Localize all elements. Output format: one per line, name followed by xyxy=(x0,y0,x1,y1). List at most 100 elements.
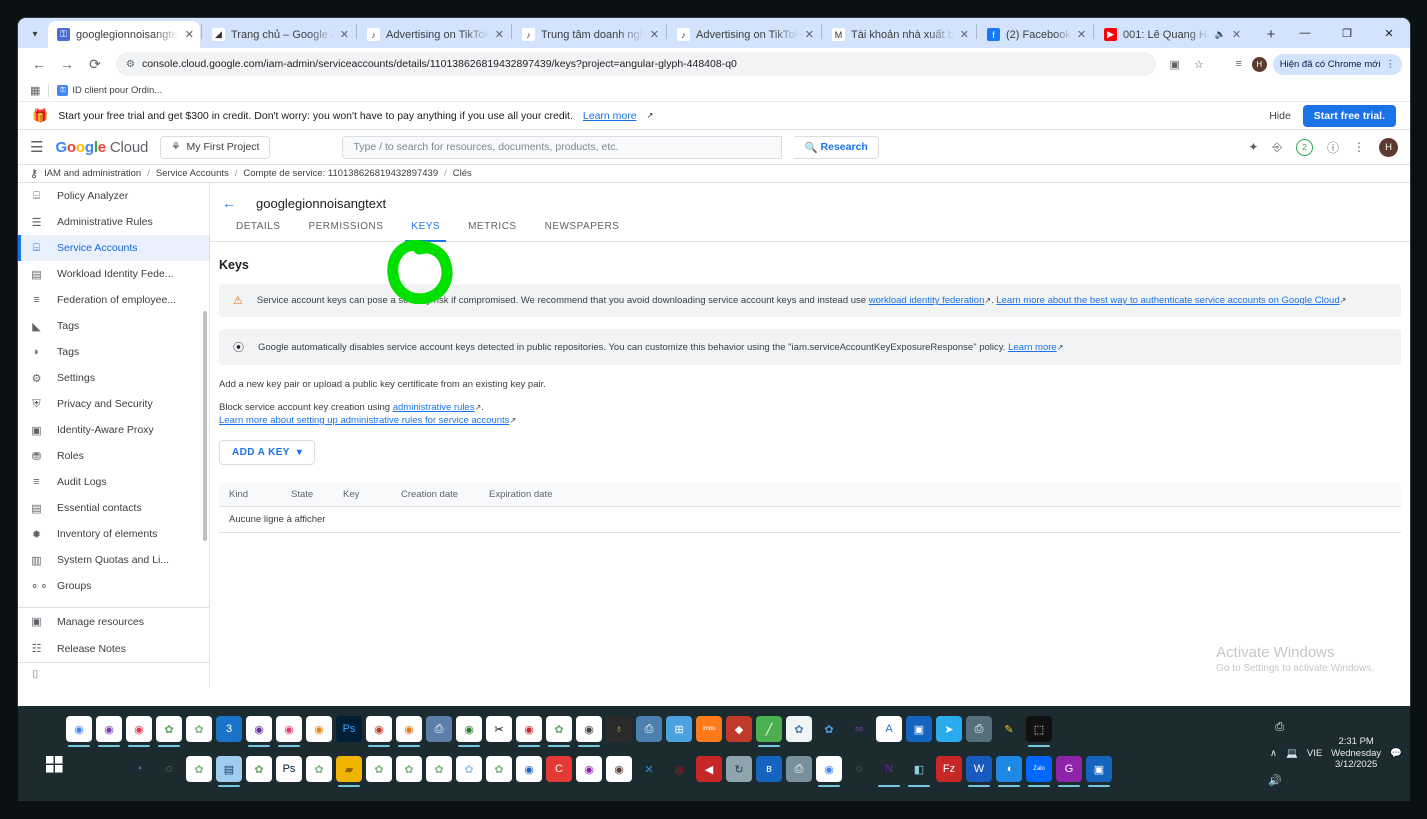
gpu-icon[interactable]: G xyxy=(1056,756,1082,787)
sublime-icon[interactable]: ◧ xyxy=(906,756,932,787)
chrome-profile-icon[interactable]: ◉ xyxy=(606,756,632,782)
zalo-green-icon[interactable]: ✿ xyxy=(156,716,182,747)
browser-tab[interactable]: M Tài khoản nhà xuất bản G ✕ xyxy=(823,21,975,48)
sidebar-item-federation-of-employee[interactable]: ≡ Federation of employee... xyxy=(18,287,209,313)
obs-icon[interactable]: ◌ xyxy=(846,756,872,782)
unity-red-icon[interactable]: ◆ xyxy=(726,716,752,742)
chrome-icon[interactable]: ◉ xyxy=(66,716,92,747)
sidebar-item-release-notes[interactable]: ☷ Release Notes xyxy=(18,635,209,662)
chrome-profile-icon[interactable]: ◉ xyxy=(126,716,152,747)
maximize-button[interactable]: ❐ xyxy=(1326,18,1368,48)
chrome-profile-icon[interactable]: ◉ xyxy=(246,716,272,747)
monitor-icon[interactable]: ⎙ xyxy=(636,716,662,742)
tab-close-icon[interactable]: ✕ xyxy=(960,28,969,41)
contact-card-icon[interactable]: ▤ xyxy=(216,756,242,787)
sidebar-item-groups[interactable]: ⚬⚬ Groups xyxy=(18,573,209,599)
authenticate-service-accounts-link[interactable]: Learn more about the best way to authent… xyxy=(996,295,1339,306)
folder-icon[interactable]: ▰ xyxy=(336,756,362,787)
clock[interactable]: 2:31 PM Wednesday 3/12/2025 xyxy=(1331,736,1381,772)
administrative-rules-link[interactable]: administrative rules xyxy=(393,402,475,413)
vscode-icon[interactable]: ✕ xyxy=(636,756,662,782)
chrome-profile-icon[interactable]: ◉ xyxy=(576,756,602,782)
sidebar-item-workload-identity-fede[interactable]: ▤ Workload Identity Fede... xyxy=(18,261,209,287)
mic-icon[interactable]: ♁ xyxy=(606,716,632,742)
chrome-profile-icon[interactable]: ◉ xyxy=(306,716,332,742)
address-bar[interactable]: ⚙ console.cloud.google.com/iam-admin/ser… xyxy=(116,52,1156,76)
sidebar-scrollbar[interactable] xyxy=(203,311,207,541)
browser-tab[interactable]: ⚿ googlegionnoisangtext – ✕ xyxy=(48,21,200,48)
help-icon[interactable]: ⓘ xyxy=(1327,139,1339,156)
zalo-green-icon[interactable]: ✿ xyxy=(456,756,482,782)
cloud-shell-icon[interactable]: ⎆ xyxy=(1272,140,1282,155)
window-blue-icon[interactable]: ▣ xyxy=(1086,756,1112,787)
sidebar-item-policy-analyzer[interactable]: ⌸ Policy Analyzer xyxy=(18,183,209,209)
cnet-red-icon[interactable]: ◀ xyxy=(696,756,722,782)
imou-icon[interactable]: imou xyxy=(696,716,722,742)
kebab-menu-icon[interactable]: ⋮ xyxy=(1386,59,1396,70)
tab-details[interactable]: DETAILS xyxy=(222,221,294,241)
chrome-profile-icon[interactable]: ◉ xyxy=(516,756,542,782)
chrome-profile-icon[interactable]: ◉ xyxy=(276,716,302,747)
breadcrumb-item[interactable]: Clés xyxy=(453,168,472,179)
kebab-menu-icon[interactable]: ⋮ xyxy=(1353,140,1365,154)
column-header[interactable]: State xyxy=(281,489,333,500)
back-button[interactable]: ← xyxy=(26,51,52,77)
cooler-icon[interactable]: ◖ xyxy=(996,756,1022,787)
reading-list-icon[interactable]: ≡ xyxy=(1228,53,1250,75)
chrome-profile-icon[interactable]: ◉ xyxy=(576,716,602,747)
zalo-green-icon[interactable]: ✿ xyxy=(186,756,212,782)
bookmark-star-icon[interactable]: ☆ xyxy=(1188,53,1210,75)
paint-brush-icon[interactable]: ✎ xyxy=(996,716,1022,742)
info-learn-more-link[interactable]: Learn more xyxy=(1008,342,1057,353)
translate-icon[interactable]: ▣ xyxy=(1164,53,1186,75)
project-selector-button[interactable]: ⚘ My First Project xyxy=(160,135,271,159)
3ds-blue-icon[interactable]: 3 xyxy=(216,716,242,742)
browser-tab[interactable]: f (2) Facebook ✕ xyxy=(978,21,1092,48)
tray-chevron-icon[interactable]: ∧ xyxy=(1270,748,1277,759)
tab-newspapers[interactable]: NEWSPAPERS xyxy=(531,221,634,241)
promo-learn-more-link[interactable]: Learn more xyxy=(583,110,637,122)
sidebar-item-identity-aware-proxy[interactable]: ▣ Identity-Aware Proxy xyxy=(18,417,209,443)
telegram-icon[interactable]: ➤ xyxy=(936,716,962,742)
network-icon[interactable]: 💻 xyxy=(1286,748,1298,759)
avatar[interactable]: H xyxy=(1251,56,1267,72)
calculator-icon[interactable]: ⊞ xyxy=(666,716,692,742)
zalo-green-icon[interactable]: ✿ xyxy=(546,716,572,747)
forward-button[interactable]: → xyxy=(54,51,80,77)
tab-keys[interactable]: KEYS xyxy=(397,221,454,242)
tab-search-icon[interactable]: ▾ xyxy=(22,20,48,48)
appstore-icon[interactable]: A xyxy=(876,716,902,742)
collapse-panel-button[interactable]: ⌷ xyxy=(18,662,209,688)
hamburger-menu-icon[interactable]: ☰ xyxy=(30,138,43,156)
apps-grid-icon[interactable]: ▦ xyxy=(30,84,40,97)
lock-red-icon[interactable]: ◎ xyxy=(666,756,692,782)
sidebar-item-privacy-and-security[interactable]: ⛨ Privacy and Security xyxy=(18,391,209,417)
workload-identity-federation-link[interactable]: workload identity federation xyxy=(869,295,985,306)
onenote-icon[interactable]: N xyxy=(876,756,902,787)
back-arrow-icon[interactable]: ← xyxy=(222,195,236,211)
teamviewer-icon[interactable]: ↻ xyxy=(726,756,752,782)
chrome-active-icon[interactable]: ◉ xyxy=(816,756,842,787)
photoshop-icon[interactable]: Ps xyxy=(336,716,362,742)
chrome-profile-icon[interactable]: ◉ xyxy=(516,716,542,747)
sidebar-item-administrative-rules[interactable]: ☰ Administrative Rules xyxy=(18,209,209,235)
breadcrumb-item[interactable]: Service Accounts xyxy=(156,168,229,179)
sidebar-item-essential-contacts[interactable]: ▤ Essential contacts xyxy=(18,495,209,521)
bookmark-item[interactable]: ⚿ ID client pour Ordin... xyxy=(57,85,162,96)
gemini-sparkle-icon[interactable]: ✦ xyxy=(1248,140,1258,154)
breadcrumb-item[interactable]: Compte de service: 110138626819432897439 xyxy=(243,168,438,179)
brain-icon[interactable]: ✿ xyxy=(786,716,812,742)
zalo-green-icon[interactable]: ✿ xyxy=(366,756,392,782)
hide-button[interactable]: Hide xyxy=(1269,110,1291,122)
zalo-green-icon[interactable]: ✿ xyxy=(246,756,272,782)
zalo-green-icon[interactable]: ✿ xyxy=(486,756,512,782)
notepad-green-icon[interactable]: ╱ xyxy=(756,716,782,747)
add-a-key-button[interactable]: ADD A KEY ▾ xyxy=(219,440,316,465)
notifications-badge[interactable]: 2 xyxy=(1295,138,1313,156)
column-header[interactable]: Creation date xyxy=(391,489,479,500)
avatar[interactable]: H xyxy=(1379,137,1398,157)
chrome-profile-icon[interactable]: ◉ xyxy=(456,716,482,747)
tab-close-icon[interactable]: ✕ xyxy=(1077,28,1086,41)
search-input[interactable]: Type / to search for resources, document… xyxy=(342,135,783,159)
filezilla-icon[interactable]: Fz xyxy=(936,756,962,782)
